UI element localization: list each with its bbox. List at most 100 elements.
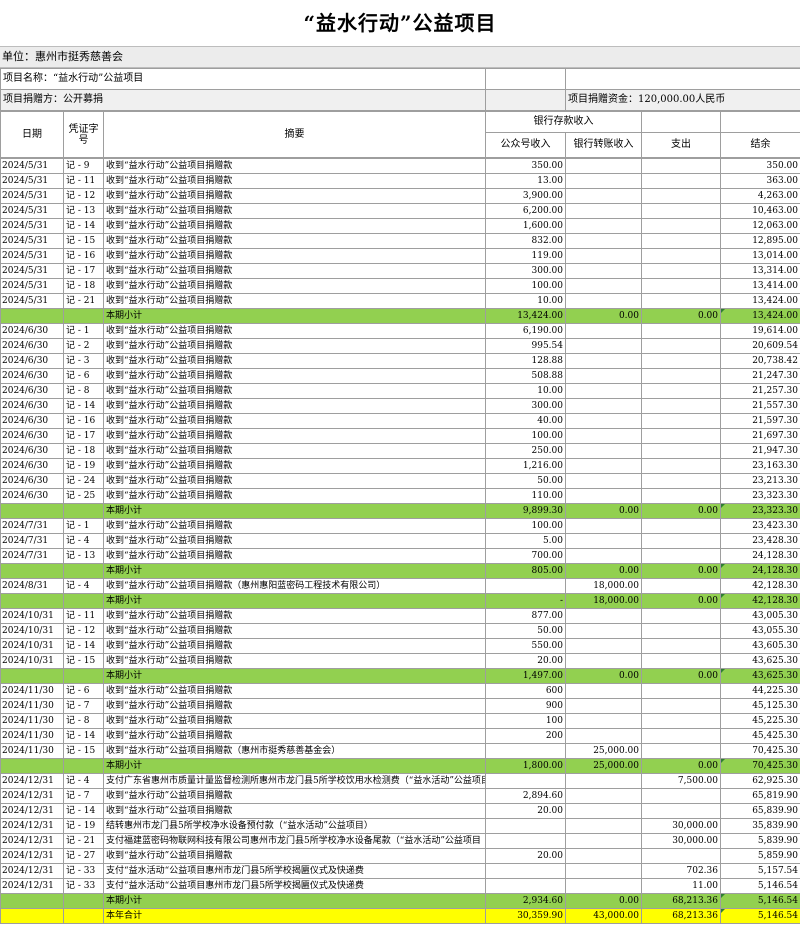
cell-summary[interactable]: 收到“益水行动”公益项目捐赠款 [103,218,486,234]
cell-balance[interactable]: 13,424.00 [720,293,800,309]
cell-expense[interactable] [641,413,721,429]
cell-date[interactable]: 2024/12/31 [0,803,64,819]
cell-public-income[interactable]: 250.00 [485,443,566,459]
cell-public-income[interactable] [485,743,566,759]
cell-date[interactable]: 2024/5/31 [0,173,64,189]
cell-voucher[interactable]: 记 - 4 [63,533,104,549]
cell-date[interactable]: 2024/6/30 [0,353,64,369]
cell-summary[interactable]: 收到“益水行动”公益项目捐赠款 [103,248,486,264]
cell-public-income[interactable]: 300.00 [485,263,566,279]
cell-transfer-income[interactable]: 0.00 [565,668,642,684]
cell-voucher[interactable]: 记 - 11 [63,608,104,624]
cell-public-income[interactable]: 700.00 [485,548,566,564]
cell-balance[interactable]: 21,947.30 [720,443,800,459]
cell-public-income[interactable]: 40.00 [485,413,566,429]
cell-date[interactable] [0,503,64,519]
cell-summary[interactable]: 收到“益水行动”公益项目捐赠款 [103,278,486,294]
cell-transfer-income[interactable]: 0.00 [565,563,642,579]
project-name[interactable]: 项目名称：“益水行动”公益项目 [0,68,486,90]
cell-date[interactable]: 2024/6/30 [0,473,64,489]
cell-balance[interactable]: 42,128.30 [720,578,800,594]
cell-balance[interactable]: 13,014.00 [720,248,800,264]
cell-public-income[interactable]: 6,190.00 [485,323,566,339]
cell-transfer-income[interactable] [565,653,642,669]
cell-date[interactable]: 2024/12/31 [0,833,64,849]
cell-public-income[interactable] [485,863,566,879]
cell-voucher[interactable]: 记 - 14 [63,218,104,234]
cell-public-income[interactable]: 100.00 [485,428,566,444]
cell-public-income[interactable]: 550.00 [485,638,566,654]
cell-summary[interactable]: 收到“益水行动”公益项目捐赠款 [103,443,486,459]
cell-date[interactable]: 2024/5/31 [0,263,64,279]
cell-transfer-income[interactable] [565,638,642,654]
cell-transfer-income[interactable] [565,773,642,789]
cell-summary[interactable]: 收到“益水行动”公益项目捐赠款 [103,848,486,864]
cell-public-income[interactable]: 200 [485,728,566,744]
cell-transfer-income[interactable] [565,458,642,474]
cell-date[interactable]: 2024/6/30 [0,398,64,414]
cell-transfer-income[interactable] [565,443,642,459]
cell-voucher[interactable]: 记 - 9 [63,158,104,174]
cell-expense[interactable] [641,158,721,174]
cell-voucher[interactable]: 记 - 33 [63,863,104,879]
cell-public-income[interactable]: 10.00 [485,293,566,309]
cell-summary[interactable]: 支付福建蓝密码物联网科技有限公司惠州市龙门县5所学校净水设备尾款（“益水活动”公… [103,833,486,849]
cell-balance[interactable]: 23,428.30 [720,533,800,549]
cell-voucher[interactable]: 记 - 17 [63,428,104,444]
cell-transfer-income[interactable] [565,863,642,879]
cell-public-income[interactable]: 50.00 [485,623,566,639]
cell-transfer-income[interactable]: 25,000.00 [565,743,642,759]
project-name-blank-2[interactable] [565,68,800,90]
cell-expense[interactable] [641,188,721,204]
cell-public-income[interactable]: 995.54 [485,338,566,354]
header-voucher[interactable]: 凭证字号 [63,111,104,158]
cell-summary[interactable]: 收到“益水行动”公益项目捐赠款 [103,728,486,744]
cell-public-income[interactable] [485,773,566,789]
cell-expense[interactable] [641,518,721,534]
cell-balance[interactable]: 21,247.30 [720,368,800,384]
cell-expense[interactable] [641,488,721,504]
cell-expense[interactable] [641,698,721,714]
cell-transfer-income[interactable] [565,413,642,429]
cell-voucher[interactable]: 记 - 1 [63,323,104,339]
cell-summary[interactable]: 收到“益水行动”公益项目捐赠款 [103,293,486,309]
cell-summary[interactable]: 收到“益水行动”公益项目捐赠款 [103,488,486,504]
cell-date[interactable]: 2024/6/30 [0,383,64,399]
cell-date[interactable] [0,593,64,609]
cell-public-income[interactable]: 6,200.00 [485,203,566,219]
cell-expense[interactable] [641,233,721,249]
cell-expense[interactable]: 702.36 [641,863,721,879]
donation-fund[interactable]: 项目捐赠资金：120,000.00人民币 [565,89,800,111]
cell-date[interactable]: 2024/12/31 [0,818,64,834]
cell-public-income[interactable] [485,878,566,894]
cell-transfer-income[interactable] [565,698,642,714]
cell-balance[interactable]: 43,005.30 [720,608,800,624]
cell-expense[interactable] [641,263,721,279]
cell-transfer-income[interactable]: 18,000.00 [565,578,642,594]
cell-transfer-income[interactable] [565,608,642,624]
cell-date[interactable]: 2024/10/31 [0,653,64,669]
cell-voucher[interactable]: 记 - 14 [63,638,104,654]
cell-expense[interactable] [641,458,721,474]
cell-summary[interactable]: 收到“益水行动”公益项目捐赠款（惠州惠阳蓝密码工程技术有限公司） [103,578,486,594]
cell-public-income[interactable]: 13,424.00 [485,308,566,324]
cell-date[interactable]: 2024/5/31 [0,188,64,204]
cell-voucher[interactable]: 记 - 6 [63,683,104,699]
cell-summary[interactable]: 收到“益水行动”公益项目捐赠款 [103,323,486,339]
cell-expense[interactable]: 0.00 [641,758,721,774]
cell-expense[interactable]: 0.00 [641,503,721,519]
cell-summary[interactable]: 支付广东省惠州市质量计量监督检测所惠州市龙门县5所学校饮用水检测费（“益水活动”… [103,773,486,789]
cell-public-income[interactable]: 119.00 [485,248,566,264]
cell-balance[interactable]: 45,125.30 [720,698,800,714]
cell-voucher[interactable] [63,308,104,324]
cell-summary[interactable]: 收到“益水行动”公益项目捐赠款 [103,458,486,474]
donation-blank[interactable] [485,89,566,111]
cell-summary[interactable]: 收到“益水行动”公益项目捐赠款 [103,203,486,219]
cell-summary[interactable]: 本期小计 [103,668,486,684]
cell-expense[interactable] [641,608,721,624]
cell-public-income[interactable]: 100 [485,713,566,729]
cell-transfer-income[interactable] [565,233,642,249]
header-blank-2[interactable] [720,111,800,133]
cell-balance[interactable]: 44,225.30 [720,683,800,699]
cell-transfer-income[interactable] [565,353,642,369]
